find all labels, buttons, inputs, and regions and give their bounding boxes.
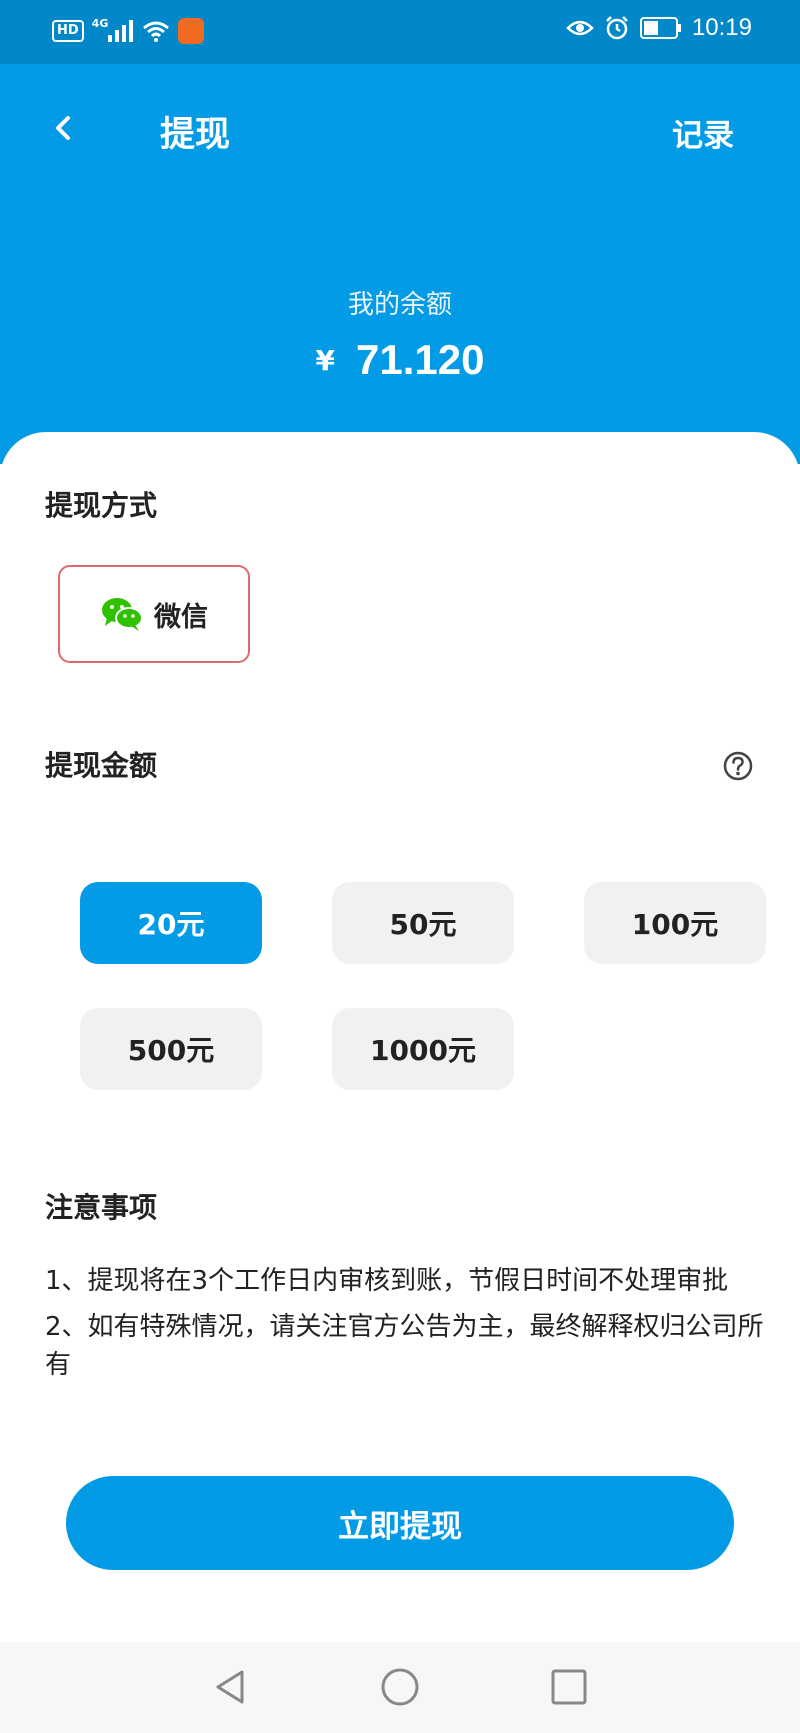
signal-icon: [108, 20, 134, 42]
notice-line-1: 1、提现将在3个工作日内审核到账，节假日时间不处理审批: [45, 1266, 729, 1296]
amount-option-500[interactable]: 500元: [80, 1008, 262, 1090]
help-icon[interactable]: [722, 750, 754, 782]
amount-option-100[interactable]: 100元: [584, 882, 766, 964]
records-link[interactable]: 记录: [672, 110, 734, 155]
status-right: 10:19: [566, 14, 752, 42]
clock: 10:19: [691, 14, 752, 41]
page-title: 提现: [160, 115, 231, 155]
wechat-label: 微信: [154, 601, 208, 633]
withdraw-method-title: 提现方式: [45, 489, 158, 522]
content-card: 提现方式 微信 提现金额 20元 50元 100元 500元 1000元 注意事…: [0, 432, 800, 1642]
header: 提现 记录 我的余额 ¥ 71.120: [0, 64, 800, 464]
battery-icon: [639, 17, 681, 39]
withdraw-amount-title: 提现金额: [45, 749, 158, 782]
back-icon[interactable]: [44, 108, 84, 148]
amount-option-20[interactable]: 20元: [80, 882, 262, 964]
hd-badge: HD: [52, 20, 84, 42]
network-label: 4G: [91, 16, 109, 30]
nav-recents-icon[interactable]: [546, 1664, 592, 1710]
balance-label: 我的余额: [347, 290, 452, 320]
notice-title: 注意事项: [45, 1191, 158, 1224]
nav-back-icon[interactable]: [208, 1664, 254, 1710]
wechat-icon: [102, 598, 143, 631]
balance-amount: 71.120: [356, 336, 485, 383]
alarm-icon: [606, 16, 628, 40]
withdraw-now-button[interactable]: 立即提现: [66, 1476, 734, 1570]
status-bar: HD 4G 10:19: [0, 0, 800, 64]
nav-home-icon[interactable]: [377, 1664, 423, 1710]
wifi-icon: [143, 21, 170, 42]
app-notification-icon: [178, 18, 205, 44]
balance-row: ¥ 71.120: [0, 336, 800, 384]
amount-option-1000[interactable]: 1000元: [332, 1008, 514, 1090]
eye-icon: [566, 20, 594, 36]
status-left: HD 4G: [52, 16, 205, 44]
system-nav-bar: [0, 1642, 800, 1733]
wechat-option[interactable]: 微信: [58, 565, 250, 663]
currency-symbol: ¥: [315, 343, 335, 377]
notice-line-2: 2、如有特殊情况，请关注官方公告为主，最终解释权归公司所有: [45, 1312, 764, 1380]
amount-option-50[interactable]: 50元: [332, 882, 514, 964]
